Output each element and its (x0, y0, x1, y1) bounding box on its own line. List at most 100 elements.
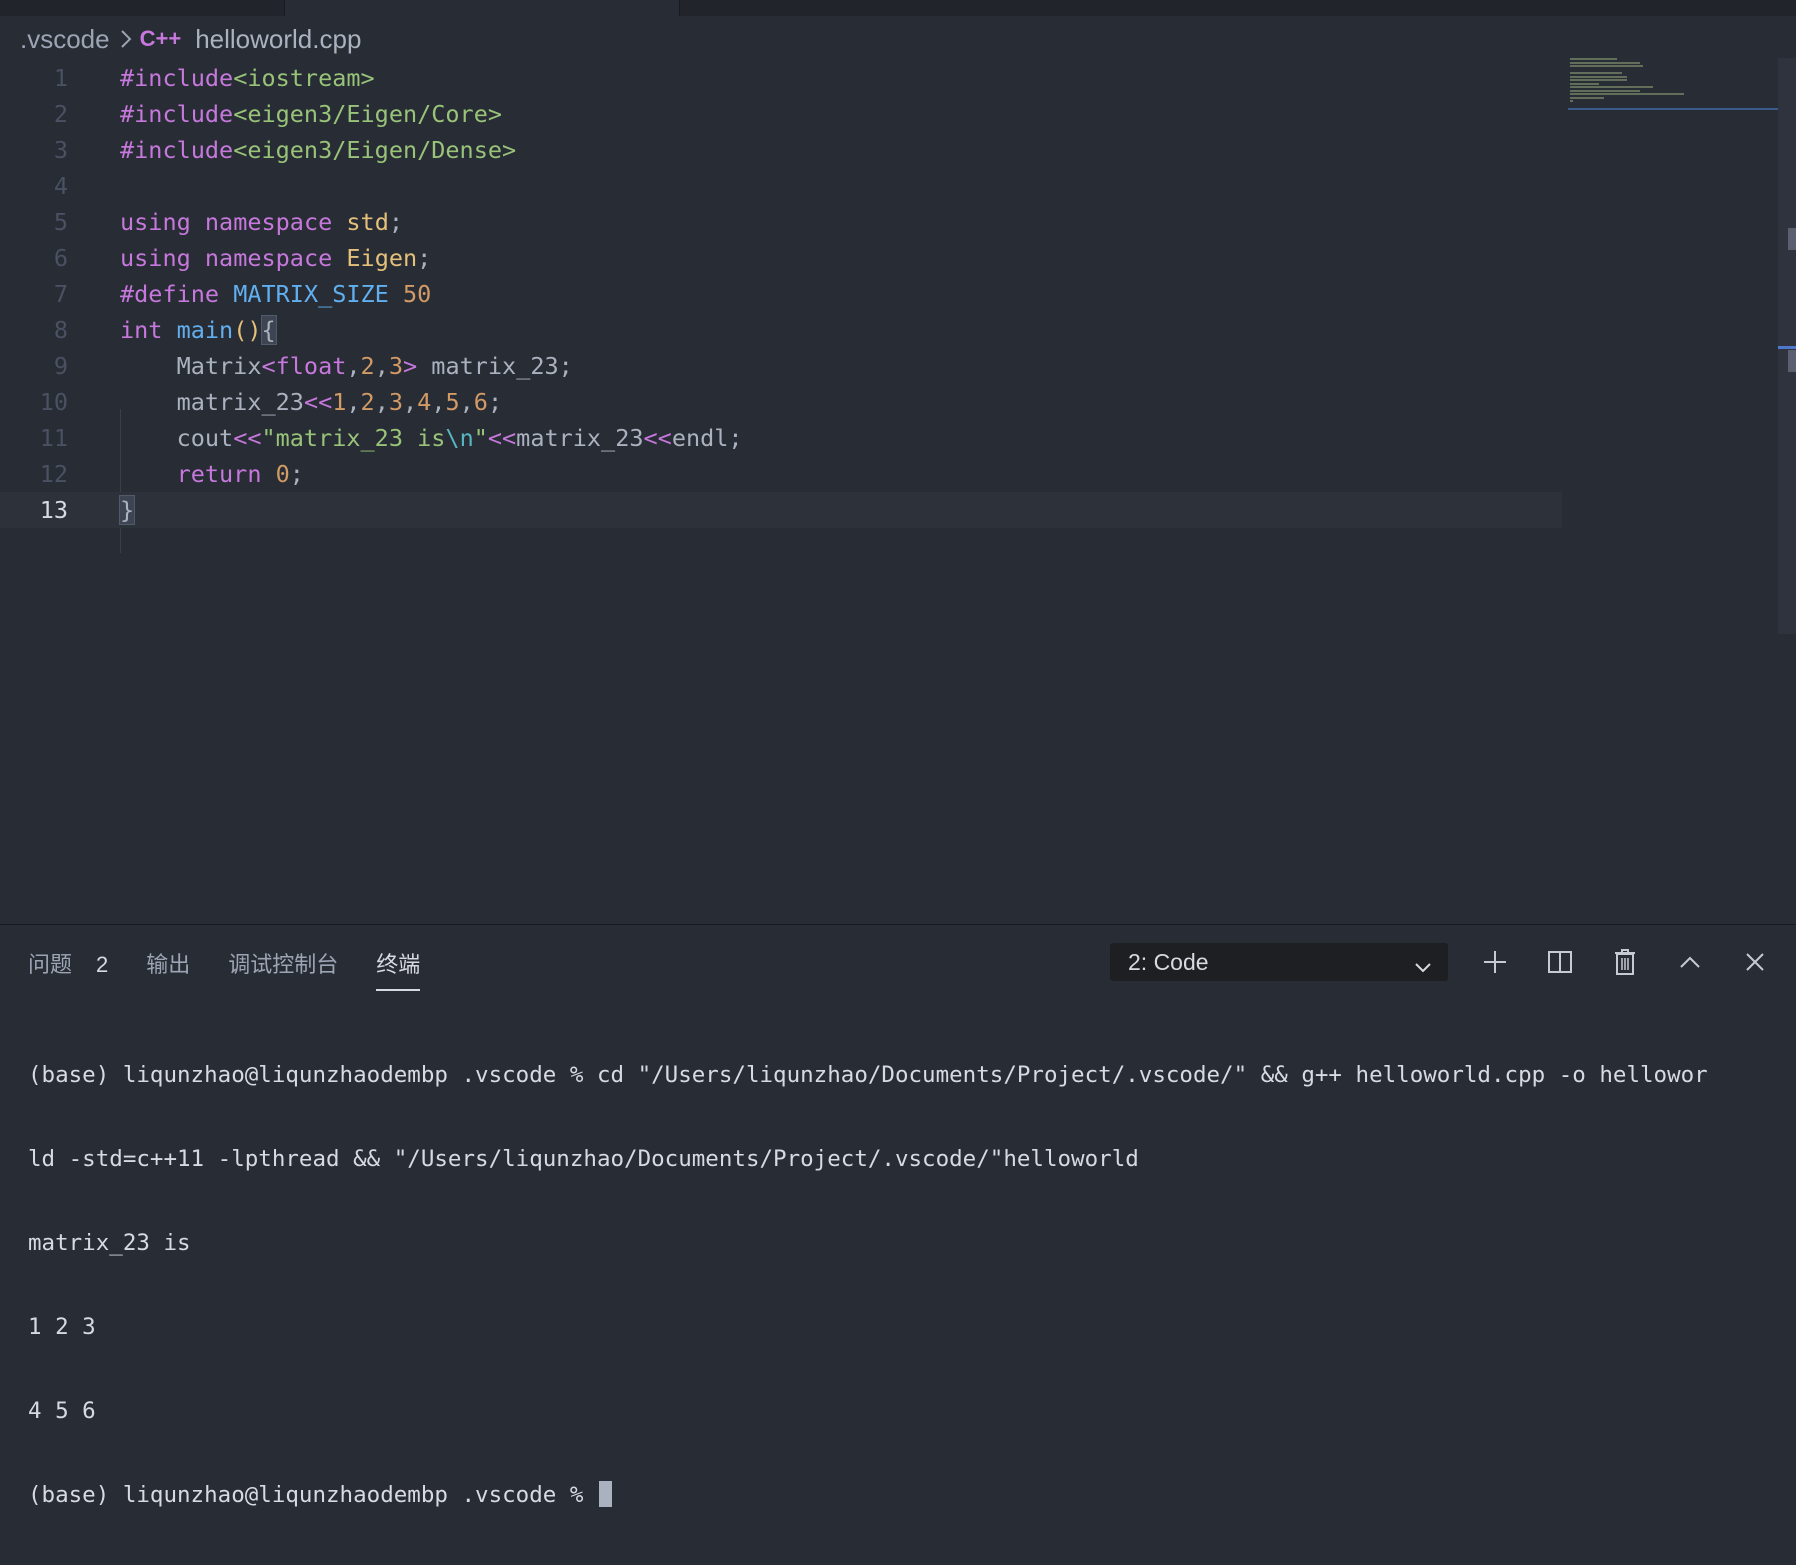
code-token: ; (289, 460, 304, 488)
code-token: 0 (275, 460, 290, 488)
code-line[interactable]: 1 #include<iostream> (0, 60, 1780, 96)
breadcrumb: .vscode C++ helloworld.cpp (20, 20, 361, 58)
code-text: Matrix<float,2,3> matrix_23; (120, 348, 573, 384)
code-text: #include<eigen3/Eigen/Core> (120, 96, 502, 132)
code-token: Eigen (346, 244, 418, 272)
code-line[interactable]: 9 Matrix<float,2,3> matrix_23; (0, 348, 1780, 384)
code-line[interactable]: 8 int main(){ (0, 312, 1780, 348)
terminal-line: 4 5 6 (28, 1398, 96, 1424)
code-text: return 0; (120, 456, 304, 492)
code-line[interactable]: 10 matrix_23<<1,2,3,4,5,6; (0, 384, 1780, 420)
code-token: 4 (417, 388, 432, 416)
code-token: , (374, 352, 389, 380)
tab-divider (679, 0, 680, 16)
minimap-line (1570, 96, 1604, 99)
code-editor[interactable]: 1 #include<iostream> 2 #include<eigen3/Eige… (0, 60, 1780, 924)
trash-icon[interactable] (1610, 947, 1640, 977)
minimap-line (1570, 86, 1654, 88)
code-token: cout (120, 424, 234, 452)
code-token: return (176, 460, 262, 488)
terminal-output[interactable]: (base) liqunzhao@liqunzhaodembp .vscode … (28, 1005, 1778, 1565)
code-line[interactable]: 5 using namespace std; (0, 204, 1780, 240)
code-line[interactable]: 7 #define MATRIX_SIZE 50 (0, 276, 1780, 312)
tab-problems[interactable]: 问题 2 (28, 947, 108, 989)
scrollbar-cursor-marker (1778, 346, 1796, 349)
tab-label: 问题 (28, 952, 73, 977)
terminal-line: (base) liqunzhao@liqunzhaodembp .vscode … (28, 1062, 1708, 1088)
line-number: 6 (53, 244, 68, 272)
tab-divider (284, 0, 285, 16)
terminal-line: 1 2 3 (28, 1314, 96, 1340)
code-line[interactable]: 11 cout<<"matrix_23 is\n"<<matrix_23<<en… (0, 420, 1780, 456)
code-line[interactable]: 2 #include<eigen3/Eigen/Core> (0, 96, 1780, 132)
tab-terminal[interactable]: 终端 (376, 947, 421, 991)
code-token: , (346, 352, 361, 380)
code-text: cout<<"matrix_23 is\n"<<matrix_23<<endl; (120, 420, 743, 456)
chevron-down-icon (1414, 953, 1432, 980)
plus-icon[interactable] (1480, 947, 1510, 977)
chevron-right-icon (120, 29, 132, 49)
code-token: , (374, 388, 389, 416)
code-text: #include<eigen3/Eigen/Dense> (120, 132, 516, 168)
code-token: 6 (473, 388, 488, 416)
code-line[interactable]: 12 return 0; (0, 456, 1780, 492)
minimap-line (1570, 100, 1573, 102)
minimap[interactable] (1568, 58, 1778, 114)
code-token: std (346, 208, 389, 236)
minimap-line (1570, 82, 1599, 85)
terminal-line: matrix_23 is (28, 1230, 191, 1256)
code-token: 1 (332, 388, 347, 416)
code-token: ; (487, 388, 503, 416)
tab-debug-console[interactable]: 调试控制台 (228, 947, 338, 989)
bottom-panel: 问题 2 输出 调试控制台 终端 2: Code (base) liqunzhao… (0, 924, 1796, 1508)
split-icon[interactable] (1545, 947, 1575, 977)
code-token: , (431, 388, 446, 416)
code-token: Matrix (120, 352, 262, 380)
code-token: <eigen3/Eigen/Core> (233, 100, 503, 128)
terminal-select[interactable]: 2: Code (1110, 943, 1448, 981)
code-token: 3 (388, 352, 403, 380)
code-text: using namespace Eigen; (120, 240, 431, 276)
code-token: 3 (388, 388, 404, 416)
code-token: () (233, 316, 262, 344)
line-number: 11 (39, 424, 68, 452)
code-line[interactable]: 3 #include<eigen3/Eigen/Dense> (0, 132, 1780, 168)
code-line[interactable]: 6 using namespace Eigen; (0, 240, 1780, 276)
code-text: #include<iostream> (120, 60, 375, 96)
code-token: << (233, 424, 262, 452)
close-icon[interactable] (1740, 947, 1770, 977)
line-number: 12 (39, 460, 68, 488)
editor-scrollbar[interactable] (1778, 58, 1796, 634)
minimap-viewport-indicator (1568, 108, 1778, 110)
minimap-line (1570, 79, 1628, 81)
code-token: <iostream> (233, 64, 375, 92)
tab-label: 调试控制台 (228, 952, 339, 977)
code-token: > (403, 352, 418, 380)
code-line[interactable]: 13} (0, 492, 1562, 528)
code-token: 5 (445, 388, 460, 416)
line-number: 2 (53, 100, 68, 128)
code-line[interactable]: 4 (0, 168, 1780, 204)
minimap-line (1570, 65, 1643, 67)
code-token: 50 (403, 280, 432, 308)
breadcrumb-file[interactable]: helloworld.cpp (195, 24, 361, 55)
chevron-up-icon[interactable] (1675, 947, 1705, 977)
active-editor-tab[interactable] (285, 0, 679, 16)
code-token: matrix_23; (417, 352, 573, 380)
scrollbar-marker (1788, 228, 1796, 250)
code-token: ; (388, 208, 404, 236)
tab-label: 终端 (376, 952, 421, 977)
code-token: \n (445, 424, 474, 452)
line-number: 5 (53, 208, 68, 236)
code-token: , (403, 388, 418, 416)
code-token: MATRIX_SIZE (233, 280, 389, 308)
breadcrumb-folder[interactable]: .vscode (20, 24, 110, 55)
scrollbar-marker (1788, 350, 1796, 372)
tab-output[interactable]: 输出 (146, 947, 190, 989)
